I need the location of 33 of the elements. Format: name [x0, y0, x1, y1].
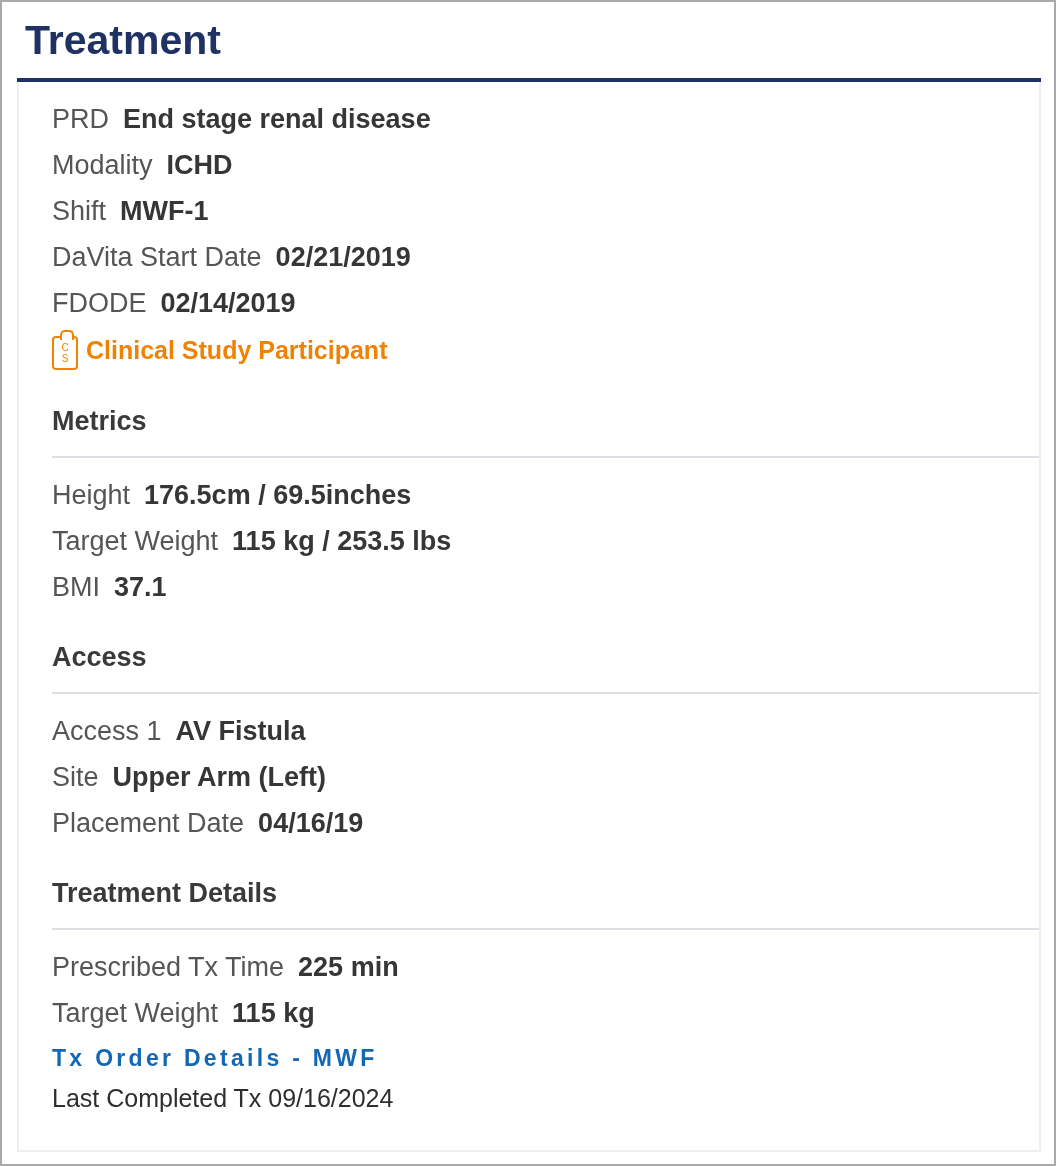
field-label: FDODE: [52, 287, 147, 319]
field-value: End stage renal disease: [123, 103, 431, 135]
field-value: AV Fistula: [175, 715, 306, 747]
field-value: 176.5cm / 69.5inches: [144, 479, 412, 511]
section-heading: Treatment Details: [52, 877, 278, 910]
field-value: 115 kg: [232, 997, 315, 1029]
field-value: 04/16/19: [258, 807, 364, 839]
section-heading: Metrics: [52, 405, 147, 438]
field-label: Modality: [52, 149, 153, 181]
field-label: Shift: [52, 195, 107, 227]
field-label: Prescribed Tx Time: [52, 951, 285, 983]
field-value: 225 min: [298, 951, 399, 983]
field-label: Access 1: [52, 715, 162, 747]
field-label: Target Weight: [52, 997, 219, 1029]
field-value: 37.1: [114, 571, 167, 603]
field-value: 02/21/2019: [275, 241, 411, 273]
field-value: MWF-1: [120, 195, 209, 227]
field-label: Placement Date: [52, 807, 245, 839]
study-participant-label: Clinical Study Participant: [86, 335, 388, 365]
field-label: DaVita Start Date: [52, 241, 262, 273]
order-details-link[interactable]: Tx Order Details - MWF: [52, 1036, 378, 1080]
field-value: 115 kg / 253.5 lbs: [232, 525, 452, 557]
field-label: BMI: [52, 571, 100, 603]
field-label: PRD: [52, 103, 109, 135]
field-value: Upper Arm (Left): [112, 761, 327, 793]
section-heading: Access: [52, 641, 147, 674]
field-label: Target Weight: [52, 525, 219, 557]
field-label: Site: [52, 761, 99, 793]
panel-title: Treatment: [25, 16, 221, 64]
field-value: ICHD: [166, 149, 233, 181]
last-completed-note: Last Completed Tx 09/16/2024: [52, 1083, 394, 1114]
field-value: 02/14/2019: [160, 287, 296, 319]
field-label: Height: [52, 479, 131, 511]
